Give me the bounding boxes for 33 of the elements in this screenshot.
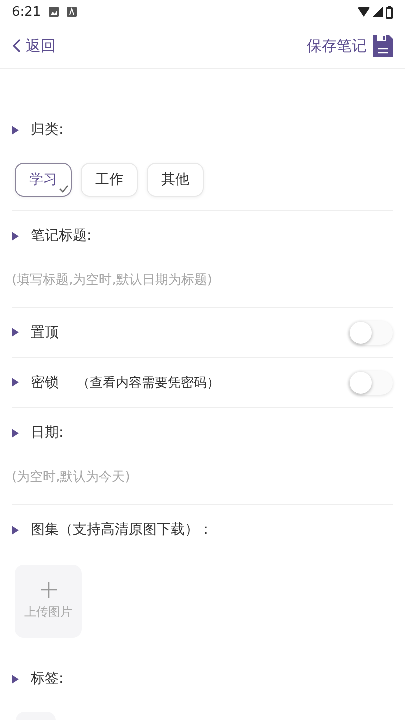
plus-icon <box>40 582 56 598</box>
triangle-icon <box>12 674 19 684</box>
wifi-icon <box>358 7 370 17</box>
save-note-button[interactable]: 保存笔记 <box>307 35 393 57</box>
toggle-note: （查看内容需要凭密码） <box>77 374 220 392</box>
category-chip[interactable]: 其他 <box>147 163 204 197</box>
date-field[interactable]: (为空时,默认为今天) <box>12 470 393 485</box>
status-time: 6:21 <box>12 4 42 20</box>
title-field[interactable]: (填写标题,为空时,默认日期为标题) <box>12 273 393 288</box>
category-chip[interactable]: 学习 <box>15 163 72 197</box>
battery-icon <box>386 6 393 18</box>
photo-icon <box>49 7 60 17</box>
section-label: 笔记标题: <box>31 227 92 245</box>
signal-icon <box>373 7 383 17</box>
toggle-switch[interactable] <box>349 320 393 344</box>
back-button[interactable]: 返回 <box>12 36 56 56</box>
triangle-icon <box>12 428 19 438</box>
category-chip[interactable]: 工作 <box>81 163 138 197</box>
triangle-icon <box>12 232 19 240</box>
notification-icon <box>67 7 78 17</box>
toggle-label: 置顶 <box>31 324 59 342</box>
triangle-icon <box>12 328 19 337</box>
section-label: 日期: <box>31 424 64 442</box>
triangle-icon <box>12 526 19 534</box>
checkmark-icon <box>59 185 69 193</box>
toggle-label: 密锁 <box>31 374 59 392</box>
triangle-icon <box>12 126 19 134</box>
chevron-left-icon <box>12 39 22 53</box>
triangle-icon <box>12 378 19 387</box>
section-label: 图集（支持高清原图下载）： <box>31 521 213 539</box>
section-label: 标签: <box>31 670 64 688</box>
toggle-switch[interactable] <box>349 370 393 394</box>
section-label: 归类: <box>31 121 64 139</box>
